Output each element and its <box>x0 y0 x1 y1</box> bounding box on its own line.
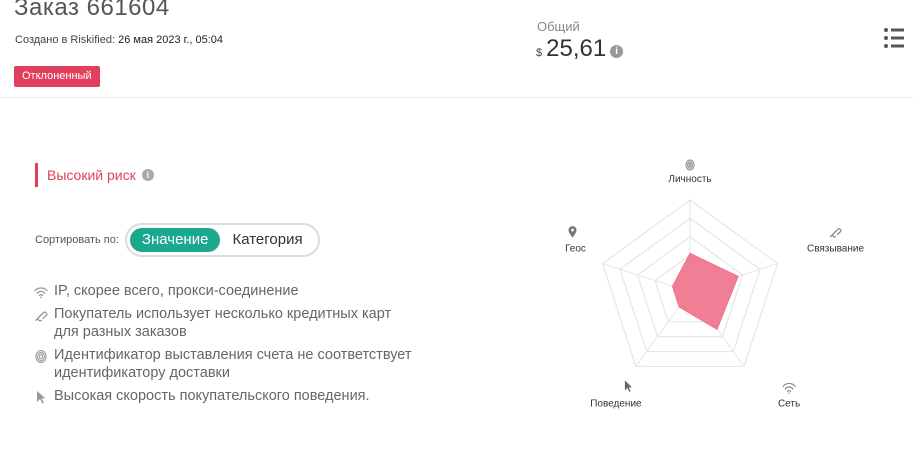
link-icon <box>33 307 49 323</box>
location-pin-icon <box>568 226 577 238</box>
total-label: Общий <box>537 19 580 34</box>
info-icon[interactable]: i <box>610 45 624 58</box>
wifi-icon <box>782 382 796 394</box>
total-value: $ 25,61 i <box>536 35 624 63</box>
status-badge: Отклоненный <box>14 66 100 87</box>
order-title: Заказ 661604 <box>14 0 170 21</box>
total-currency: $ <box>536 47 543 59</box>
sort-toggle: Значение Категория <box>124 223 320 257</box>
sort-option-category[interactable]: Категория <box>220 228 314 252</box>
sort-option-value[interactable]: Значение <box>129 228 221 252</box>
order-header: Заказ 661604 Создано в Riskified: 26 мая… <box>0 0 913 98</box>
list-menu-icon[interactable] <box>883 27 905 49</box>
reason-text: Высокая скорость покупательского поведен… <box>54 388 370 404</box>
sort-label: Сортировать по: <box>35 234 119 246</box>
list-item: Высокая скорость покупательского поведен… <box>33 387 413 405</box>
risk-reasons-list: IP, скорее всего, прокси-соединение Поку… <box>33 282 413 410</box>
risk-radar-chart: Личность Связывание Сеть Поведение Геос <box>540 150 880 410</box>
cursor-icon <box>624 380 632 392</box>
reason-text: Идентификатор выставления счета не соотв… <box>54 347 412 381</box>
wifi-icon <box>33 284 49 300</box>
cursor-icon <box>33 389 49 405</box>
radar-axis-label: Связывание <box>807 244 864 255</box>
fingerprint-icon <box>685 159 695 171</box>
radar-axis-label: Поведение <box>590 398 642 409</box>
fingerprint-icon <box>33 348 49 364</box>
radar-axis-label: Геос <box>565 244 586 255</box>
created-value: 26 мая 2023 г., 05:04 <box>118 34 224 46</box>
total-amount: 25,61 <box>546 35 607 62</box>
reason-text: Покупатель использует несколько кредитны… <box>54 306 392 340</box>
list-item: Покупатель использует несколько кредитны… <box>33 305 413 341</box>
risk-label: Высокий риск <box>47 167 136 183</box>
link-icon <box>829 228 842 238</box>
risk-info-icon[interactable]: i <box>141 169 154 181</box>
reason-text: IP, скорее всего, прокси-соединение <box>54 283 299 299</box>
radar-axis-label: Личность <box>668 174 711 185</box>
sort-control: Сортировать по: Значение Категория <box>35 222 320 258</box>
created-info: Создано в Riskified: 26 мая 2023 г., 05:… <box>15 34 223 46</box>
list-item: IP, скорее всего, прокси-соединение <box>33 282 413 300</box>
risk-level: Высокий риск i <box>35 163 154 187</box>
created-label: Создано в Riskified: <box>15 34 116 46</box>
radar-axis-label: Сеть <box>778 398 800 409</box>
list-item: Идентификатор выставления счета не соотв… <box>33 346 413 382</box>
